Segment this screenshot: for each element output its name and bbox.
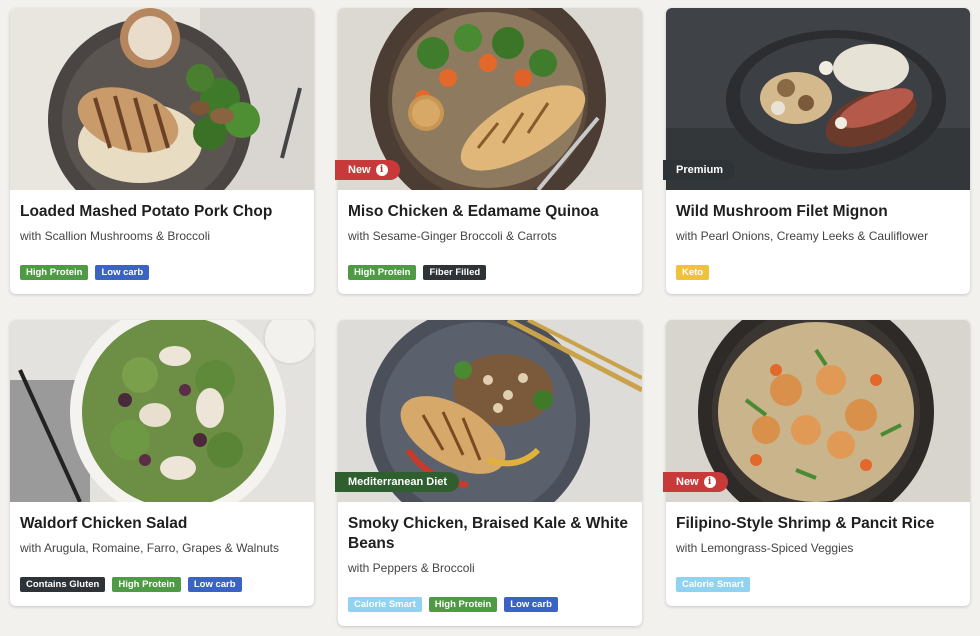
tag-low-carb: Low carb [95, 265, 150, 280]
tag-list: High Protein Fiber Filled [348, 265, 487, 280]
premium-badge: Premium [663, 160, 736, 180]
tag-high-protein: High Protein [112, 577, 181, 592]
meal-card[interactable]: New i Filipino-Style Shrimp & Pancit Ric… [663, 320, 970, 606]
badge-label: New [348, 164, 371, 176]
meal-image[interactable] [10, 320, 314, 502]
meal-image[interactable] [10, 8, 314, 190]
meal-title[interactable]: Smoky Chicken, Braised Kale & White Bean… [348, 514, 632, 554]
meal-card[interactable]: New i Miso Chicken & Edamame Quinoa with… [335, 8, 642, 294]
meal-grid: Loaded Mashed Potato Pork Chop with Scal… [0, 0, 980, 636]
tag-low-carb: Low carb [187, 577, 242, 592]
badge-label: Premium [676, 164, 724, 176]
mediterranean-diet-badge: Mediterranean Diet [335, 472, 460, 492]
waldorf-salad-bowl-icon [10, 320, 314, 502]
info-icon[interactable]: i [375, 164, 388, 176]
tag-list: Calorie Smart [676, 577, 750, 592]
new-badge[interactable]: New i [335, 160, 400, 180]
meal-subtitle: with Arugula, Romaine, Farro, Grapes & W… [20, 541, 279, 555]
meal-subtitle: with Peppers & Broccoli [348, 561, 475, 575]
tag-fiber-filled: Fiber Filled [423, 265, 487, 280]
tag-calorie-smart: Calorie Smart [348, 597, 422, 612]
meal-subtitle: with Sesame-Ginger Broccoli & Carrots [348, 229, 557, 243]
meal-subtitle: with Scallion Mushrooms & Broccoli [20, 229, 211, 243]
meal-title[interactable]: Miso Chicken & Edamame Quinoa [348, 202, 632, 222]
badge-label: New [676, 476, 699, 488]
tag-high-protein: High Protein [348, 265, 417, 280]
tag-list: Keto [676, 265, 710, 280]
meal-title[interactable]: Filipino-Style Shrimp & Pancit Rice [676, 514, 960, 534]
tag-high-protein: High Protein [428, 597, 498, 612]
meal-title[interactable]: Loaded Mashed Potato Pork Chop [20, 202, 304, 222]
tag-calorie-smart: Calorie Smart [676, 577, 750, 592]
meal-card[interactable]: Waldorf Chicken Salad with Arugula, Roma… [10, 320, 314, 606]
tag-keto: Keto [676, 265, 710, 280]
new-badge[interactable]: New i [663, 472, 728, 492]
tag-list: Calorie Smart High Protein Low carb [348, 597, 558, 612]
pork-chop-plate-icon [10, 8, 314, 190]
tag-list: High Protein Low carb [20, 265, 150, 280]
info-icon[interactable]: i [703, 476, 716, 488]
badge-label: Mediterranean Diet [348, 476, 448, 488]
tag-contains-gluten: Contains Gluten [20, 577, 106, 592]
meal-card[interactable]: Premium Wild Mushroom Filet Mignon with … [663, 8, 970, 294]
meal-card[interactable]: Loaded Mashed Potato Pork Chop with Scal… [10, 8, 314, 294]
meal-title[interactable]: Waldorf Chicken Salad [20, 514, 304, 534]
tag-list: Contains Gluten High Protein Low carb [20, 577, 242, 592]
meal-card[interactable]: Mediterranean Diet Smoky Chicken, Braise… [335, 320, 642, 626]
tag-high-protein: High Protein [20, 265, 89, 280]
tag-low-carb: Low carb [504, 597, 558, 612]
meal-subtitle: with Lemongrass-Spiced Veggies [676, 541, 854, 555]
meal-subtitle: with Pearl Onions, Creamy Leeks & Caulif… [676, 229, 929, 243]
meal-title[interactable]: Wild Mushroom Filet Mignon [676, 202, 960, 222]
